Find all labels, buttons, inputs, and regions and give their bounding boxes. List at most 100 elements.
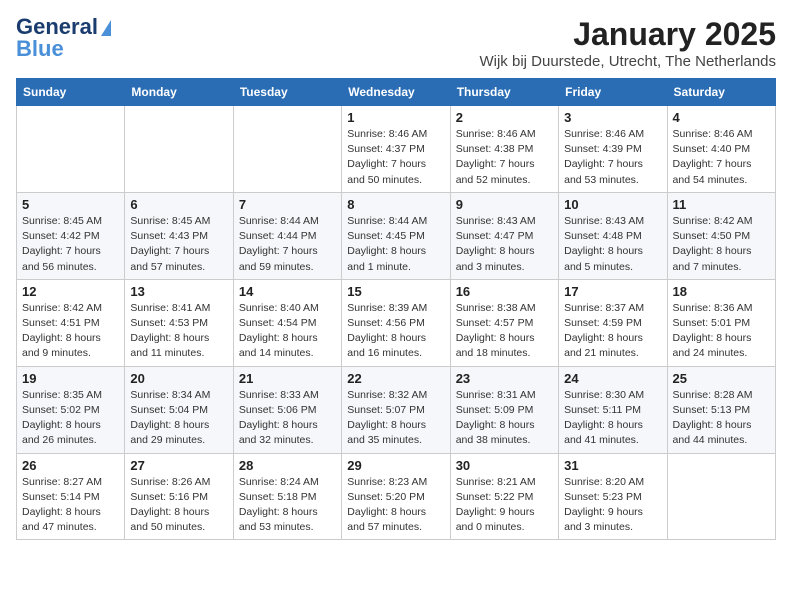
table-row: 24 Sunrise: 8:30 AM Sunset: 5:11 PM Dayli… [559,366,667,453]
day-number: 17 [564,284,661,299]
day-number: 14 [239,284,336,299]
day-content: Sunrise: 8:43 AM Sunset: 4:48 PM Dayligh… [564,214,661,275]
logo-icon: General Blue [16,16,111,60]
day-number: 4 [673,110,770,125]
col-sunday: Sunday [17,79,125,106]
day-content: Sunrise: 8:40 AM Sunset: 4:54 PM Dayligh… [239,301,336,362]
day-number: 16 [456,284,553,299]
week-row-5: 26 Sunrise: 8:27 AM Sunset: 5:14 PM Dayli… [17,453,776,540]
table-row: 23Sunrise: 8:31 AM Sunset: 5:09 PM Dayli… [450,366,558,453]
day-content: Sunrise: 8:37 AM Sunset: 4:59 PM Dayligh… [564,301,661,362]
table-row: 4 Sunrise: 8:46 AM Sunset: 4:40 PM Daylig… [667,106,775,193]
table-row: 25 Sunrise: 8:28 AM Sunset: 5:13 PM Dayli… [667,366,775,453]
day-content: Sunrise: 8:38 AM Sunset: 4:57 PM Dayligh… [456,301,553,362]
day-content: Sunrise: 8:41 AM Sunset: 4:53 PM Dayligh… [130,301,227,362]
table-row: 19 Sunrise: 8:35 AM Sunset: 5:02 PM Dayli… [17,366,125,453]
day-content: Sunrise: 8:45 AM Sunset: 4:43 PM Dayligh… [130,214,227,275]
logo-blue: Blue [16,38,111,60]
day-content: Sunrise: 8:34 AM Sunset: 5:04 PM Dayligh… [130,388,227,449]
table-row: 3Sunrise: 8:46 AM Sunset: 4:39 PM Daylig… [559,106,667,193]
table-row: 17 Sunrise: 8:37 AM Sunset: 4:59 PM Dayli… [559,279,667,366]
day-content: Sunrise: 8:45 AM Sunset: 4:42 PM Dayligh… [22,214,119,275]
day-content: Sunrise: 8:20 AM Sunset: 5:23 PM Dayligh… [564,475,661,536]
day-content: Sunrise: 8:39 AM Sunset: 4:56 PM Dayligh… [347,301,444,362]
day-number: 19 [22,371,119,386]
table-row [667,453,775,540]
day-content: Sunrise: 8:46 AM Sunset: 4:37 PM Dayligh… [347,127,444,188]
day-number: 12 [22,284,119,299]
table-row: 5Sunrise: 8:45 AM Sunset: 4:42 PM Daylig… [17,192,125,279]
day-number: 1 [347,110,444,125]
week-row-3: 12 Sunrise: 8:42 AM Sunset: 4:51 PM Dayli… [17,279,776,366]
day-number: 26 [22,458,119,473]
col-thursday: Thursday [450,79,558,106]
month-title: January 2025 [479,16,776,53]
day-number: 22 [347,371,444,386]
day-number: 3 [564,110,661,125]
day-content: Sunrise: 8:46 AM Sunset: 4:38 PM Dayligh… [456,127,553,188]
day-content: Sunrise: 8:27 AM Sunset: 5:14 PM Dayligh… [22,475,119,536]
week-row-4: 19 Sunrise: 8:35 AM Sunset: 5:02 PM Dayli… [17,366,776,453]
day-content: Sunrise: 8:44 AM Sunset: 4:44 PM Dayligh… [239,214,336,275]
day-content: Sunrise: 8:30 AM Sunset: 5:11 PM Dayligh… [564,388,661,449]
day-number: 25 [673,371,770,386]
day-number: 11 [673,197,770,212]
day-number: 21 [239,371,336,386]
day-number: 6 [130,197,227,212]
table-row: 12 Sunrise: 8:42 AM Sunset: 4:51 PM Dayli… [17,279,125,366]
day-content: Sunrise: 8:42 AM Sunset: 4:50 PM Dayligh… [673,214,770,275]
day-content: Sunrise: 8:28 AM Sunset: 5:13 PM Dayligh… [673,388,770,449]
day-number: 7 [239,197,336,212]
day-number: 29 [347,458,444,473]
table-row: 2Sunrise: 8:46 AM Sunset: 4:38 PM Daylig… [450,106,558,193]
table-row: 31 Sunrise: 8:20 AM Sunset: 5:23 PM Dayli… [559,453,667,540]
title-section: January 2025 Wijk bij Duurstede, Utrecht… [479,16,776,70]
day-content: Sunrise: 8:21 AM Sunset: 5:22 PM Dayligh… [456,475,553,536]
day-content: Sunrise: 8:24 AM Sunset: 5:18 PM Dayligh… [239,475,336,536]
table-row [233,106,341,193]
table-row: 9 Sunrise: 8:43 AM Sunset: 4:47 PM Daylig… [450,192,558,279]
page-header: General Blue January 2025 Wijk bij Duurs… [16,16,776,70]
table-row: 20Sunrise: 8:34 AM Sunset: 5:04 PM Dayli… [125,366,233,453]
table-row: 11 Sunrise: 8:42 AM Sunset: 4:50 PM Dayli… [667,192,775,279]
table-row [125,106,233,193]
table-row: 8Sunrise: 8:44 AM Sunset: 4:45 PM Daylig… [342,192,450,279]
day-number: 27 [130,458,227,473]
table-row: 7 Sunrise: 8:44 AM Sunset: 4:44 PM Daylig… [233,192,341,279]
day-number: 8 [347,197,444,212]
day-number: 9 [456,197,553,212]
day-number: 18 [673,284,770,299]
col-tuesday: Tuesday [233,79,341,106]
table-row: 27 Sunrise: 8:26 AM Sunset: 5:16 PM Dayli… [125,453,233,540]
table-row [17,106,125,193]
table-row: 29Sunrise: 8:23 AM Sunset: 5:20 PM Dayli… [342,453,450,540]
table-row: 13 Sunrise: 8:41 AM Sunset: 4:53 PM Dayli… [125,279,233,366]
calendar-header-row: Sunday Monday Tuesday Wednesday Thursday… [17,79,776,106]
table-row: 21Sunrise: 8:33 AM Sunset: 5:06 PM Dayli… [233,366,341,453]
day-number: 13 [130,284,227,299]
col-friday: Friday [559,79,667,106]
day-content: Sunrise: 8:43 AM Sunset: 4:47 PM Dayligh… [456,214,553,275]
day-content: Sunrise: 8:31 AM Sunset: 5:09 PM Dayligh… [456,388,553,449]
table-row: 22Sunrise: 8:32 AM Sunset: 5:07 PM Dayli… [342,366,450,453]
day-number: 24 [564,371,661,386]
table-row: 16 Sunrise: 8:38 AM Sunset: 4:57 PM Dayli… [450,279,558,366]
table-row: 15 Sunrise: 8:39 AM Sunset: 4:56 PM Dayli… [342,279,450,366]
table-row: 30Sunrise: 8:21 AM Sunset: 5:22 PM Dayli… [450,453,558,540]
day-number: 15 [347,284,444,299]
day-content: Sunrise: 8:42 AM Sunset: 4:51 PM Dayligh… [22,301,119,362]
day-content: Sunrise: 8:26 AM Sunset: 5:16 PM Dayligh… [130,475,227,536]
week-row-1: 1 Sunrise: 8:46 AM Sunset: 4:37 PM Daylig… [17,106,776,193]
day-number: 10 [564,197,661,212]
logo-display: General Blue [16,16,111,60]
col-monday: Monday [125,79,233,106]
day-content: Sunrise: 8:36 AM Sunset: 5:01 PM Dayligh… [673,301,770,362]
day-number: 31 [564,458,661,473]
day-content: Sunrise: 8:46 AM Sunset: 4:40 PM Dayligh… [673,127,770,188]
table-row: 26 Sunrise: 8:27 AM Sunset: 5:14 PM Dayli… [17,453,125,540]
location-subtitle: Wijk bij Duurstede, Utrecht, The Netherl… [479,53,776,70]
col-wednesday: Wednesday [342,79,450,106]
table-row: 28Sunrise: 8:24 AM Sunset: 5:18 PM Dayli… [233,453,341,540]
day-content: Sunrise: 8:35 AM Sunset: 5:02 PM Dayligh… [22,388,119,449]
logo: General Blue [16,16,111,60]
